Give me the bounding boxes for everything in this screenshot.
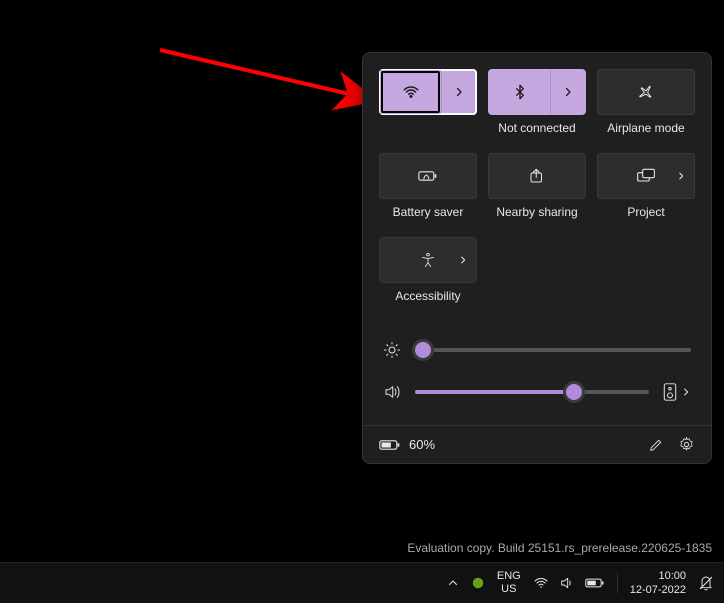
wifi-tile[interactable] <box>379 69 477 115</box>
brightness-slider[interactable] <box>415 340 691 360</box>
taskbar-clock[interactable]: 10:00 12-07-2022 <box>630 569 686 597</box>
panel-footer: 60% <box>363 425 711 463</box>
battery-percent-text: 60% <box>409 437 435 452</box>
battery-icon <box>379 438 401 452</box>
taskbar-divider <box>617 573 618 593</box>
taskbar: ENG US 10:00 12-07-2022 <box>0 562 724 603</box>
audio-output-icon[interactable] <box>663 383 677 401</box>
quick-settings-tiles: Not connected Airplane mode Battery save… <box>363 53 711 319</box>
battery-status[interactable]: 60% <box>379 437 435 452</box>
language-indicator[interactable]: ENG US <box>497 570 521 596</box>
accessibility-expand-chevron <box>458 255 468 265</box>
language-top: ENG <box>497 570 521 583</box>
language-bottom: US <box>497 583 521 596</box>
sliders-section <box>363 319 711 425</box>
bluetooth-label: Not connected <box>498 121 575 137</box>
settings-button[interactable] <box>678 436 695 453</box>
audio-output-expand-chevron[interactable] <box>681 387 691 397</box>
nearby-sharing-label: Nearby sharing <box>496 205 577 221</box>
wifi-expand-button[interactable] <box>441 70 476 114</box>
accessibility-label: Accessibility <box>395 289 460 305</box>
taskbar-date: 12-07-2022 <box>630 583 686 597</box>
bluetooth-icon <box>512 84 528 100</box>
bluetooth-toggle[interactable] <box>489 70 550 114</box>
taskbar-time: 10:00 <box>630 569 686 583</box>
brightness-icon <box>383 341 401 359</box>
airplane-mode-label: Airplane mode <box>607 121 684 137</box>
project-tile[interactable] <box>597 153 695 199</box>
brightness-row <box>383 329 691 371</box>
bluetooth-tile[interactable] <box>488 69 586 115</box>
wifi-icon <box>402 83 420 101</box>
wifi-toggle[interactable] <box>380 70 441 114</box>
tray-volume-icon <box>559 575 575 591</box>
tray-wifi-icon <box>533 575 549 591</box>
project-label: Project <box>627 205 664 221</box>
project-expand-chevron <box>676 171 686 181</box>
accessibility-icon <box>420 252 436 268</box>
bluetooth-expand-button[interactable] <box>550 70 585 114</box>
volume-row <box>383 371 691 413</box>
battery-saver-label: Battery saver <box>393 205 464 221</box>
airplane-icon <box>637 83 655 101</box>
battery-saver-tile[interactable] <box>379 153 477 199</box>
volume-slider[interactable] <box>415 382 649 402</box>
airplane-mode-tile[interactable] <box>597 69 695 115</box>
battery-saver-icon <box>418 169 438 183</box>
tray-battery-icon <box>585 577 605 589</box>
nearby-sharing-icon <box>528 167 546 185</box>
edit-button[interactable] <box>648 437 664 453</box>
quick-settings-panel: Not connected Airplane mode Battery save… <box>362 52 712 464</box>
volume-icon <box>383 383 401 401</box>
tray-overflow-chevron[interactable] <box>447 577 459 589</box>
notification-center-icon[interactable] <box>698 575 714 591</box>
system-tray[interactable] <box>533 575 605 591</box>
evaluation-watermark: Evaluation copy. Build 25151.rs_prerelea… <box>407 541 712 555</box>
nearby-sharing-tile[interactable] <box>488 153 586 199</box>
nvidia-tray-icon[interactable] <box>471 576 485 590</box>
accessibility-tile[interactable] <box>379 237 477 283</box>
project-icon <box>636 168 656 184</box>
